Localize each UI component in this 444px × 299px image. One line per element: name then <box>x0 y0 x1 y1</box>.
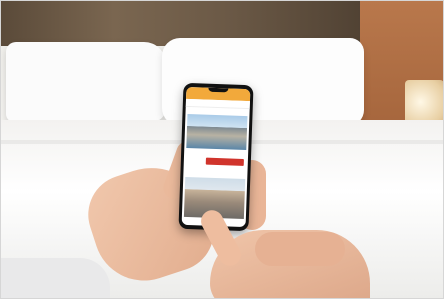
book-button-label <box>206 159 244 160</box>
right-fingers <box>255 232 345 266</box>
smartphone <box>178 82 254 232</box>
app-sub-bar <box>185 98 250 110</box>
phone-notch <box>208 87 229 93</box>
pillow-left <box>6 42 166 122</box>
sleeve <box>0 258 110 299</box>
book-button[interactable] <box>205 157 244 166</box>
coastline-photo[interactable] <box>186 113 248 151</box>
phone-screen <box>181 86 251 228</box>
photo-scene <box>0 0 444 299</box>
